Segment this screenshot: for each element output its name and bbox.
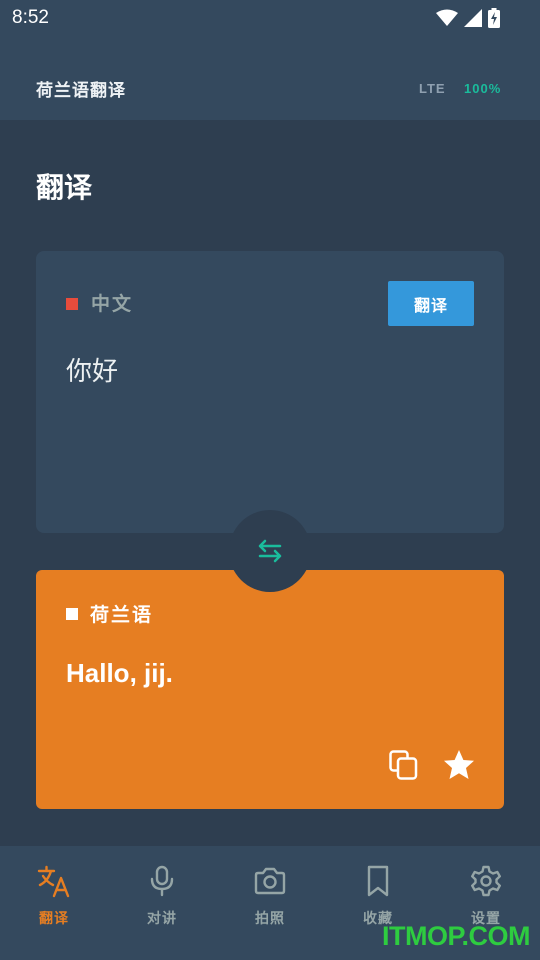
status-time: 8:52 <box>12 7 49 28</box>
battery-charging-icon <box>488 8 500 28</box>
status-bar: 8:52 <box>0 0 540 38</box>
cell-signal-icon <box>464 9 482 27</box>
microphone-icon <box>150 865 174 897</box>
camera-icon <box>254 867 286 895</box>
page-title: 翻译 <box>36 171 93 204</box>
nav-item-camera[interactable]: 拍照 <box>216 846 324 960</box>
nav-label-intercom: 对讲 <box>147 911 177 927</box>
app-title: 荷兰语翻译 <box>36 81 126 101</box>
status-icons <box>436 7 500 29</box>
source-text-input[interactable]: 你好 <box>66 351 118 388</box>
translate-button[interactable]: 翻译 <box>388 281 474 326</box>
nav-label-camera: 拍照 <box>255 911 285 927</box>
swap-languages-button[interactable] <box>229 510 311 592</box>
source-language-label[interactable]: 中文 <box>91 289 133 316</box>
network-label: LTE <box>419 81 446 96</box>
battery-label: 100% <box>464 81 502 96</box>
source-card: 中文 翻译 你好 <box>36 251 504 533</box>
copy-icon[interactable] <box>389 750 419 780</box>
nav-item-intercom[interactable]: 对讲 <box>108 846 216 960</box>
nav-item-translate[interactable]: 翻译 <box>0 846 108 960</box>
translate-icon <box>37 865 70 898</box>
source-language-marker <box>66 298 78 310</box>
watermark: ITMOP.COM <box>382 921 531 951</box>
nav-label-translate: 翻译 <box>39 911 69 927</box>
translated-text: Hallo, jij. <box>66 658 173 688</box>
target-language-label[interactable]: 荷兰语 <box>90 600 153 627</box>
swap-arrows-icon <box>258 539 282 563</box>
bookmark-icon <box>367 865 389 897</box>
wifi-icon <box>436 9 458 26</box>
target-language-marker <box>66 608 78 620</box>
app-header: 荷兰语翻译 LTE 100% <box>0 38 540 120</box>
star-icon[interactable] <box>442 748 476 782</box>
target-card: 荷兰语 Hallo, jij. <box>36 570 504 809</box>
gear-icon <box>471 865 501 897</box>
